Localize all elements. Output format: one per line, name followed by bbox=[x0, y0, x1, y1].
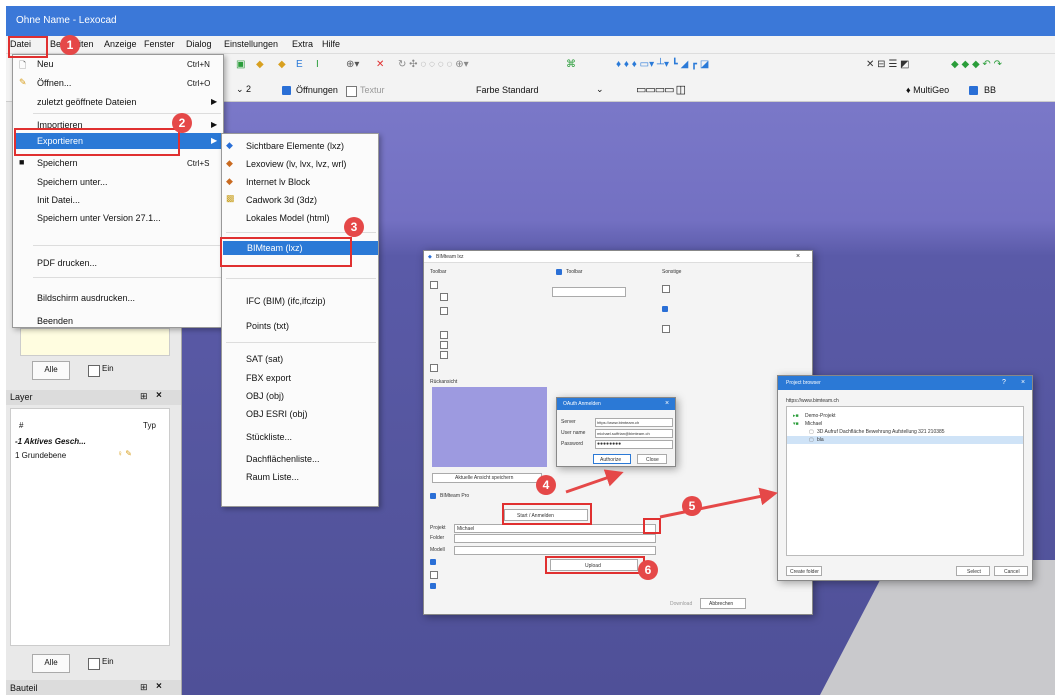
step-badge-6: 6 bbox=[638, 560, 658, 580]
step-badge-4: 4 bbox=[536, 475, 556, 495]
step-badge-1: 1 bbox=[60, 35, 80, 55]
step-badge-5: 5 bbox=[682, 496, 702, 516]
annotation-arrows bbox=[565, 469, 778, 519]
step-badge-3: 3 bbox=[344, 217, 364, 237]
arrow-4 bbox=[565, 469, 624, 494]
step-badge-2: 2 bbox=[172, 113, 192, 133]
arrow-5 bbox=[659, 487, 778, 519]
